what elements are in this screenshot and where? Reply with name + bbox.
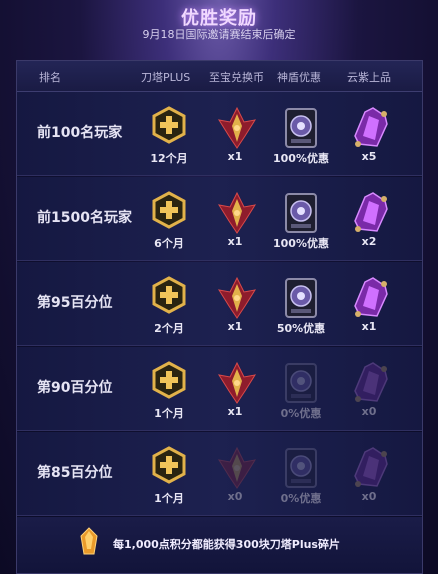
treasure-coin-icon (217, 191, 257, 234)
cloud-purple-item-icon (351, 191, 388, 232)
aegis-value: 0%优惠 (280, 492, 322, 505)
rank-label: 前1500名玩家 (37, 210, 132, 226)
aegis-shield-icon (283, 361, 319, 403)
cloud-value: x0 (361, 490, 377, 503)
aegis-value: 100%优惠 (273, 237, 329, 250)
coin-value: x1 (227, 320, 243, 333)
page-subtitle: 9月18日国际邀请赛结束后确定 (142, 28, 296, 41)
coin-value: x1 (227, 405, 243, 418)
cloud-value: x1 (361, 320, 377, 333)
aegis-shield-icon (283, 276, 319, 318)
plus-shard-icon (80, 527, 98, 555)
aegis-shield-icon (283, 446, 319, 488)
table-row: 第90百分位 1个月 x1 0%优惠 x0 (17, 347, 422, 431)
coin-value: x0 (227, 490, 243, 503)
treasure-coin-icon (217, 106, 257, 149)
rank-label: 第90百分位 (37, 380, 113, 396)
footer-banner: 每1,000点积分都能获得300块刀塔Plus碎片 (17, 517, 422, 573)
column-header-aegis: 神盾优惠 (277, 71, 321, 84)
aegis-value: 50%优惠 (276, 322, 326, 335)
aegis-shield-icon (283, 106, 319, 148)
column-header-coin: 至宝兑换币 (209, 71, 264, 84)
cloud-purple-item-icon (351, 276, 388, 317)
column-header-plus: 刀塔PLUS (141, 71, 191, 84)
aegis-value: 0%优惠 (280, 407, 322, 420)
plus-value: 1个月 (154, 492, 184, 505)
coin-value: x1 (227, 150, 243, 163)
plus-hexagon-icon (151, 446, 187, 484)
column-header-cloud: 云紫上品 (347, 71, 391, 84)
table-header: 排名 刀塔PLUS 至宝兑换币 神盾优惠 云紫上品 (17, 61, 422, 92)
plus-value: 12个月 (150, 152, 188, 165)
column-header-rank: 排名 (39, 71, 61, 84)
cloud-purple-item-icon (351, 106, 388, 147)
treasure-coin-icon (217, 446, 257, 489)
rank-label: 前100名玩家 (37, 125, 123, 141)
cloud-value: x0 (361, 405, 377, 418)
plus-value: 6个月 (154, 237, 184, 250)
cloud-purple-item-icon (351, 361, 388, 402)
aegis-value: 100%优惠 (273, 152, 329, 165)
treasure-coin-icon (217, 361, 257, 404)
table-row: 前1500名玩家 6个月 x1 100%优惠 x2 (17, 177, 422, 261)
footer-text: 每1,000点积分都能获得300块刀塔Plus碎片 (113, 538, 340, 551)
plus-value: 1个月 (154, 407, 184, 420)
cloud-purple-item-icon (351, 446, 388, 487)
plus-hexagon-icon (151, 276, 187, 314)
plus-hexagon-icon (151, 361, 187, 399)
plus-value: 2个月 (154, 322, 184, 335)
rank-label: 第85百分位 (37, 465, 113, 481)
treasure-coin-icon (217, 276, 257, 319)
plus-hexagon-icon (151, 106, 187, 144)
rewards-table: 排名 刀塔PLUS 至宝兑换币 神盾优惠 云紫上品 前100名玩家 12个月 x… (16, 60, 423, 574)
table-row: 第85百分位 1个月 x0 0%优惠 x0 (17, 432, 422, 516)
table-row: 第95百分位 2个月 x1 50%优惠 x1 (17, 262, 422, 346)
cloud-value: x5 (361, 150, 377, 163)
aegis-shield-icon (283, 191, 319, 233)
table-row: 前100名玩家 12个月 x1 100%优惠 x5 (17, 92, 422, 176)
rank-label: 第95百分位 (37, 295, 113, 311)
cloud-value: x2 (361, 235, 377, 248)
coin-value: x1 (227, 235, 243, 248)
plus-hexagon-icon (151, 191, 187, 229)
